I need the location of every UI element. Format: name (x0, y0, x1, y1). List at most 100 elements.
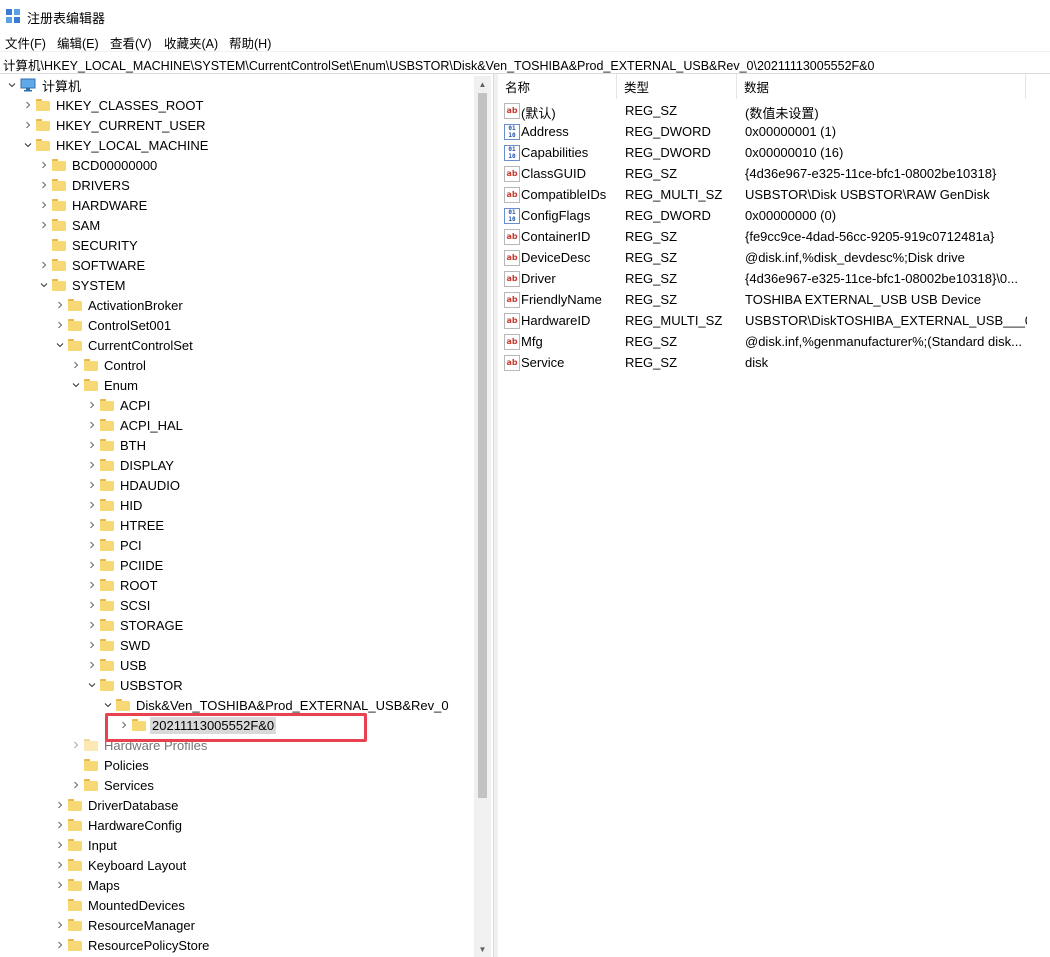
value-row[interactable]: ab DeviceDesc REG_SZ @disk.inf,%disk_devdes… (498, 247, 1050, 268)
address-path[interactable]: 计算机\HKEY_LOCAL_MACHINE\SYSTEM\CurrentCon… (3, 55, 874, 74)
tree-item[interactable]: HKEY_CURRENT_USER (20, 115, 208, 135)
chevron-right-icon[interactable] (68, 735, 84, 755)
chevron-right-icon[interactable] (52, 915, 68, 935)
chevron-down-icon[interactable] (36, 275, 52, 295)
chevron-right-icon[interactable] (116, 715, 132, 735)
tree-item[interactable]: Input (52, 835, 119, 855)
chevron-down-icon[interactable] (52, 335, 68, 355)
value-row[interactable]: ab FriendlyName REG_SZ TOSHIBA EXTERNAL_USB… (498, 289, 1050, 310)
chevron-right-icon[interactable] (84, 475, 100, 495)
tree-item[interactable]: CurrentControlSet (52, 335, 195, 355)
chevron-right-icon[interactable] (84, 575, 100, 595)
chevron-down-icon[interactable] (68, 375, 84, 395)
tree-item[interactable]: SWD (84, 635, 152, 655)
chevron-right-icon[interactable] (52, 295, 68, 315)
menu-edit[interactable]: 编辑(E) (57, 33, 99, 52)
tree-item[interactable]: HDAUDIO (84, 475, 182, 495)
tree-item[interactable]: ACPI_HAL (84, 415, 185, 435)
tree-item[interactable]: ControlSet001 (52, 315, 173, 335)
chevron-right-icon[interactable] (52, 795, 68, 815)
chevron-right-icon[interactable] (36, 255, 52, 275)
chevron-right-icon[interactable] (84, 515, 100, 535)
column-header-name[interactable]: 名称 (498, 74, 617, 99)
value-row[interactable]: ab Service REG_SZ disk (498, 352, 1050, 373)
tree-item[interactable]: PCIIDE (84, 555, 165, 575)
value-row[interactable]: ab HardwareID REG_MULTI_SZ USBSTOR\DiskTOSH… (498, 310, 1050, 331)
scrollbar-thumb[interactable] (478, 93, 487, 798)
value-row[interactable]: ab Driver REG_SZ {4d36e967-e325-11ce-bfc1-0… (498, 268, 1050, 289)
tree-item[interactable]: Keyboard Layout (52, 855, 188, 875)
chevron-right-icon[interactable] (52, 835, 68, 855)
tree-item[interactable]: BTH (84, 435, 148, 455)
value-row[interactable]: ab CompatibleIDs REG_MULTI_SZ USBSTOR\Disk … (498, 184, 1050, 205)
values-list[interactable]: 名称 类型 数据 ab (默认) REG_SZ (数值未设置) 01 10 Address R… (498, 74, 1050, 957)
tree-item[interactable]: Services (68, 775, 156, 795)
tree-item[interactable]: ActivationBroker (52, 295, 185, 315)
tree-item[interactable]: Hardware Profiles (68, 735, 209, 755)
tree-item[interactable]: BCD00000000 (36, 155, 159, 175)
tree-item[interactable]: MountedDevices (52, 895, 187, 915)
menu-favorites[interactable]: 收藏夹(A) (164, 33, 218, 52)
chevron-down-icon[interactable] (100, 695, 116, 715)
tree-item[interactable]: DRIVERS (36, 175, 132, 195)
tree-item[interactable]: HARDWARE (36, 195, 149, 215)
chevron-right-icon[interactable] (36, 155, 52, 175)
value-row[interactable]: 01 10 Capabilities REG_DWORD 0x00000010 (16) (498, 142, 1050, 163)
chevron-down-icon[interactable] (84, 675, 100, 695)
chevron-right-icon[interactable] (84, 415, 100, 435)
chevron-down-icon[interactable] (20, 135, 36, 155)
tree-item[interactable]: 计算机 (4, 75, 83, 95)
scroll-up-arrow-icon[interactable]: ▲ (474, 76, 491, 92)
value-row[interactable]: ab ContainerID REG_SZ {fe9cc9ce-4dad-56cc-9… (498, 226, 1050, 247)
tree-item[interactable]: HTREE (84, 515, 166, 535)
value-row[interactable]: ab Mfg REG_SZ @disk.inf,%genmanufacturer%;(… (498, 331, 1050, 352)
tree-item[interactable]: SAM (36, 215, 102, 235)
tree-item[interactable]: Enum (68, 375, 140, 395)
chevron-right-icon[interactable] (84, 435, 100, 455)
tree-item[interactable]: 20211113005552F&0 (116, 715, 277, 735)
chevron-right-icon[interactable] (20, 95, 36, 115)
tree-item[interactable]: SECURITY (36, 235, 140, 255)
chevron-right-icon[interactable] (52, 315, 68, 335)
column-header-type[interactable]: 类型 (617, 74, 737, 99)
chevron-right-icon[interactable] (84, 495, 100, 515)
tree-item[interactable]: SYSTEM (36, 275, 127, 295)
chevron-right-icon[interactable] (68, 775, 84, 795)
column-header-data[interactable]: 数据 (737, 74, 1026, 99)
value-row[interactable]: 01 10 ConfigFlags REG_DWORD 0x00000000 (0) (498, 205, 1050, 226)
value-row[interactable]: 01 10 Address REG_DWORD 0x00000001 (1) (498, 121, 1050, 142)
menu-file[interactable]: 文件(F) (5, 33, 46, 52)
chevron-right-icon[interactable] (36, 195, 52, 215)
menu-help[interactable]: 帮助(H) (229, 33, 271, 52)
tree-item[interactable]: ResourcePolicyStore (52, 935, 211, 955)
chevron-right-icon[interactable] (84, 535, 100, 555)
chevron-right-icon[interactable] (84, 395, 100, 415)
scroll-down-arrow-icon[interactable]: ▼ (474, 941, 491, 957)
chevron-right-icon[interactable] (84, 455, 100, 475)
tree-item[interactable]: HardwareConfig (52, 815, 184, 835)
chevron-right-icon[interactable] (52, 875, 68, 895)
tree-item[interactable]: USB (84, 655, 149, 675)
tree-item[interactable]: Disk&Ven_TOSHIBA&Prod_EXTERNAL_USB&Rev_0 (100, 695, 451, 715)
chevron-right-icon[interactable] (36, 175, 52, 195)
tree-item[interactable]: DriverDatabase (52, 795, 180, 815)
tree-item[interactable]: ACPI (84, 395, 152, 415)
value-row[interactable]: ab ClassGUID REG_SZ {4d36e967-e325-11ce-bfc… (498, 163, 1050, 184)
menu-view[interactable]: 查看(V) (110, 33, 152, 52)
chevron-right-icon[interactable] (52, 815, 68, 835)
tree-item[interactable]: SCSI (84, 595, 152, 615)
chevron-down-icon[interactable] (4, 75, 20, 95)
chevron-right-icon[interactable] (20, 115, 36, 135)
chevron-right-icon[interactable] (36, 215, 52, 235)
address-bar[interactable]: 计算机\HKEY_LOCAL_MACHINE\SYSTEM\CurrentCon… (0, 51, 1050, 74)
chevron-right-icon[interactable] (84, 555, 100, 575)
chevron-right-icon[interactable] (84, 635, 100, 655)
chevron-right-icon[interactable] (84, 595, 100, 615)
tree-item[interactable]: USBSTOR (84, 675, 185, 695)
key-tree[interactable]: 计算机 HKEY_CLASSES_ROOT HKEY_CURRENT_USER HKE… (0, 74, 492, 957)
tree-item[interactable]: STORAGE (84, 615, 185, 635)
tree-item[interactable]: Control (68, 355, 148, 375)
tree-item[interactable]: ROOT (84, 575, 160, 595)
tree-item[interactable]: HID (84, 495, 144, 515)
tree-item[interactable]: SOFTWARE (36, 255, 147, 275)
